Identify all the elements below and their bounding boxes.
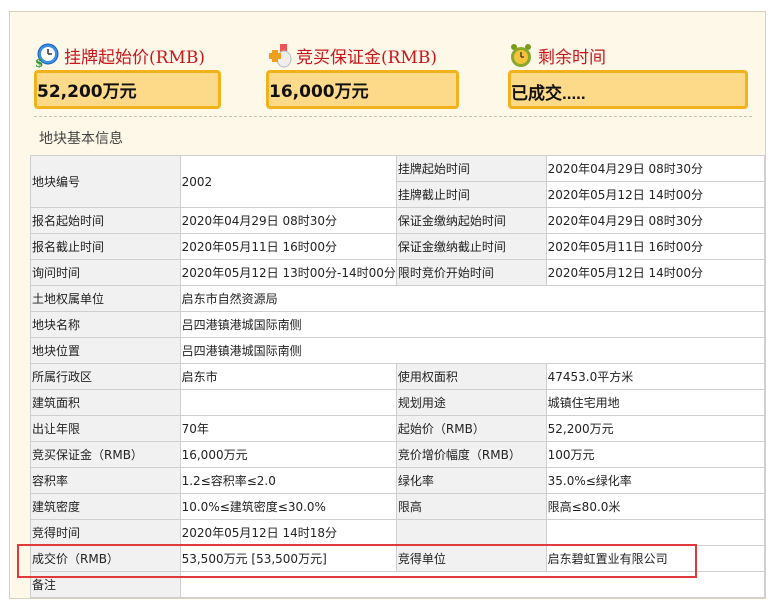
starting-price-value: 52,200万元	[34, 70, 221, 109]
table-row: 所属行政区 启东市 使用权面积 47453.0平方米	[30, 363, 766, 390]
cell-label: 容积率	[30, 467, 181, 494]
starting-price-stat: $ 挂牌起始价(RMB) 52,200万元	[34, 40, 221, 109]
cell-value: 吕四港镇港城国际南侧	[179, 311, 766, 338]
table-row: 地块名称 吕四港镇港城国际南侧	[30, 311, 766, 338]
cell-value: 2020年05月12日 14时00分	[545, 181, 766, 208]
deposit-stat: 竞买保证金(RMB) 16,000万元	[266, 40, 459, 109]
cell-value: 2020年04月29日 08时30分	[545, 155, 766, 182]
cell-label: 地块名称	[30, 311, 181, 338]
cell-value: 35.0%≤绿化率	[545, 467, 766, 494]
cell-label: 地块编号	[30, 155, 181, 208]
cell-label	[395, 519, 547, 546]
alarm-clock-icon	[508, 42, 534, 68]
cell-label: 规划用途	[395, 389, 547, 416]
table-row: 地块编号 2002 挂牌起始时间 2020年04月29日 08时30分	[30, 155, 766, 208]
cell-value: 城镇住宅用地	[545, 389, 766, 416]
cell-label: 建筑密度	[30, 493, 181, 520]
cell-value	[545, 519, 766, 546]
cell-label: 竞价增价幅度（RMB）	[395, 441, 547, 468]
land-info-panel: $ 挂牌起始价(RMB) 52,200万元 竞买保证金(RMB) 16,000万元…	[9, 11, 766, 599]
svg-text:$: $	[35, 56, 43, 68]
table-row: 容积率 1.2≤容积率≤2.0 绿化率 35.0%≤绿化率	[30, 467, 766, 494]
cell-label: 挂牌截止时间	[395, 181, 547, 208]
cell-label: 保证金缴纳截止时间	[395, 233, 547, 260]
table-row: 报名截止时间 2020年05月11日 16时00分 保证金缴纳截止时间 2020年05…	[30, 233, 766, 260]
cell-label: 土地权属单位	[30, 285, 181, 312]
table-row: 地块位置 吕四港镇港城国际南侧	[30, 337, 766, 364]
cell-label: 询问时间	[30, 259, 181, 286]
cell-label: 所属行政区	[30, 363, 181, 390]
cell-label: 绿化率	[395, 467, 547, 494]
divider	[34, 116, 752, 117]
cell-value	[179, 389, 397, 416]
cell-value: 2002	[179, 155, 397, 208]
remaining-time-value: 已成交.....	[508, 70, 748, 109]
section-title: 地块基本信息	[39, 131, 123, 147]
cell-label: 起始价（RMB）	[395, 415, 547, 442]
table-row: 出让年限 70年 起始价（RMB） 52,200万元	[30, 415, 766, 442]
clock-money-icon: $	[34, 42, 60, 70]
table-row: 建筑面积 规划用途 城镇住宅用地	[30, 389, 766, 416]
cell-value: 47453.0平方米	[545, 363, 766, 390]
cell-value: 100万元	[545, 441, 766, 468]
cell-value: 52,200万元	[545, 415, 766, 442]
cell-label: 保证金缴纳起始时间	[395, 207, 547, 234]
remaining-time-label: 剩余时间	[538, 47, 606, 68]
cell-value: 2020年05月11日 16时00分	[545, 233, 766, 260]
cell-label: 限时竞价开始时间	[395, 259, 547, 286]
money-bag-icon	[266, 42, 292, 68]
cell-label: 竞买保证金（RMB）	[30, 441, 181, 468]
remaining-time-stat: 剩余时间 已成交.....	[508, 40, 748, 109]
cell-label: 建筑面积	[30, 389, 181, 416]
deposit-label: 竞买保证金(RMB)	[296, 47, 437, 68]
table-row: 询问时间 2020年05月12日 13时00分-14时00分 限时竞价开始时间 202…	[30, 259, 766, 286]
starting-price-label: 挂牌起始价(RMB)	[64, 47, 205, 68]
cell-label: 地块位置	[30, 337, 181, 364]
cell-label: 挂牌起始时间	[395, 155, 547, 182]
cell-value: 70年	[179, 415, 397, 442]
cell-value: 10.0%≤建筑密度≤30.0%	[179, 493, 397, 520]
cell-label: 使用权面积	[395, 363, 547, 390]
cell-label: 报名起始时间	[30, 207, 181, 234]
table-row: 建筑密度 10.0%≤建筑密度≤30.0% 限高 限高≤80.0米	[30, 493, 766, 520]
cell-value: 限高≤80.0米	[545, 493, 766, 520]
cell-value: 2020年05月12日 13时00分-14时00分	[179, 259, 397, 286]
cell-value: 2020年05月12日 14时00分	[545, 259, 766, 286]
cell-value: 吕四港镇港城国际南侧	[179, 337, 766, 364]
table-row: 报名起始时间 2020年04月29日 08时30分 保证金缴纳起始时间 2020年04…	[30, 207, 766, 234]
cell-value: 2020年05月12日 14时18分	[179, 519, 397, 546]
table-row: 竞得时间 2020年05月12日 14时18分	[30, 519, 766, 546]
cell-value: 启东市	[179, 363, 397, 390]
cell-value: 2020年04月29日 08时30分	[545, 207, 766, 234]
cell-label: 报名截止时间	[30, 233, 181, 260]
cell-label: 出让年限	[30, 415, 181, 442]
cell-value: 启东市自然资源局	[179, 285, 766, 312]
table-row: 竞买保证金（RMB） 16,000万元 竞价增价幅度（RMB） 100万元	[30, 441, 766, 468]
cell-value: 2020年04月29日 08时30分	[179, 207, 397, 234]
cell-label: 限高	[395, 493, 547, 520]
cell-value: 1.2≤容积率≤2.0	[179, 467, 397, 494]
deposit-value: 16,000万元	[266, 70, 459, 109]
cell-value: 2020年05月11日 16时00分	[179, 233, 397, 260]
cell-value: 16,000万元	[179, 441, 397, 468]
land-info-table: 地块编号 2002 挂牌起始时间 2020年04月29日 08时30分 挂牌截止时间 20…	[30, 155, 766, 598]
table-row: 土地权属单位 启东市自然资源局	[30, 285, 766, 312]
deal-highlight-box	[17, 544, 697, 578]
cell-label: 竞得时间	[30, 519, 181, 546]
